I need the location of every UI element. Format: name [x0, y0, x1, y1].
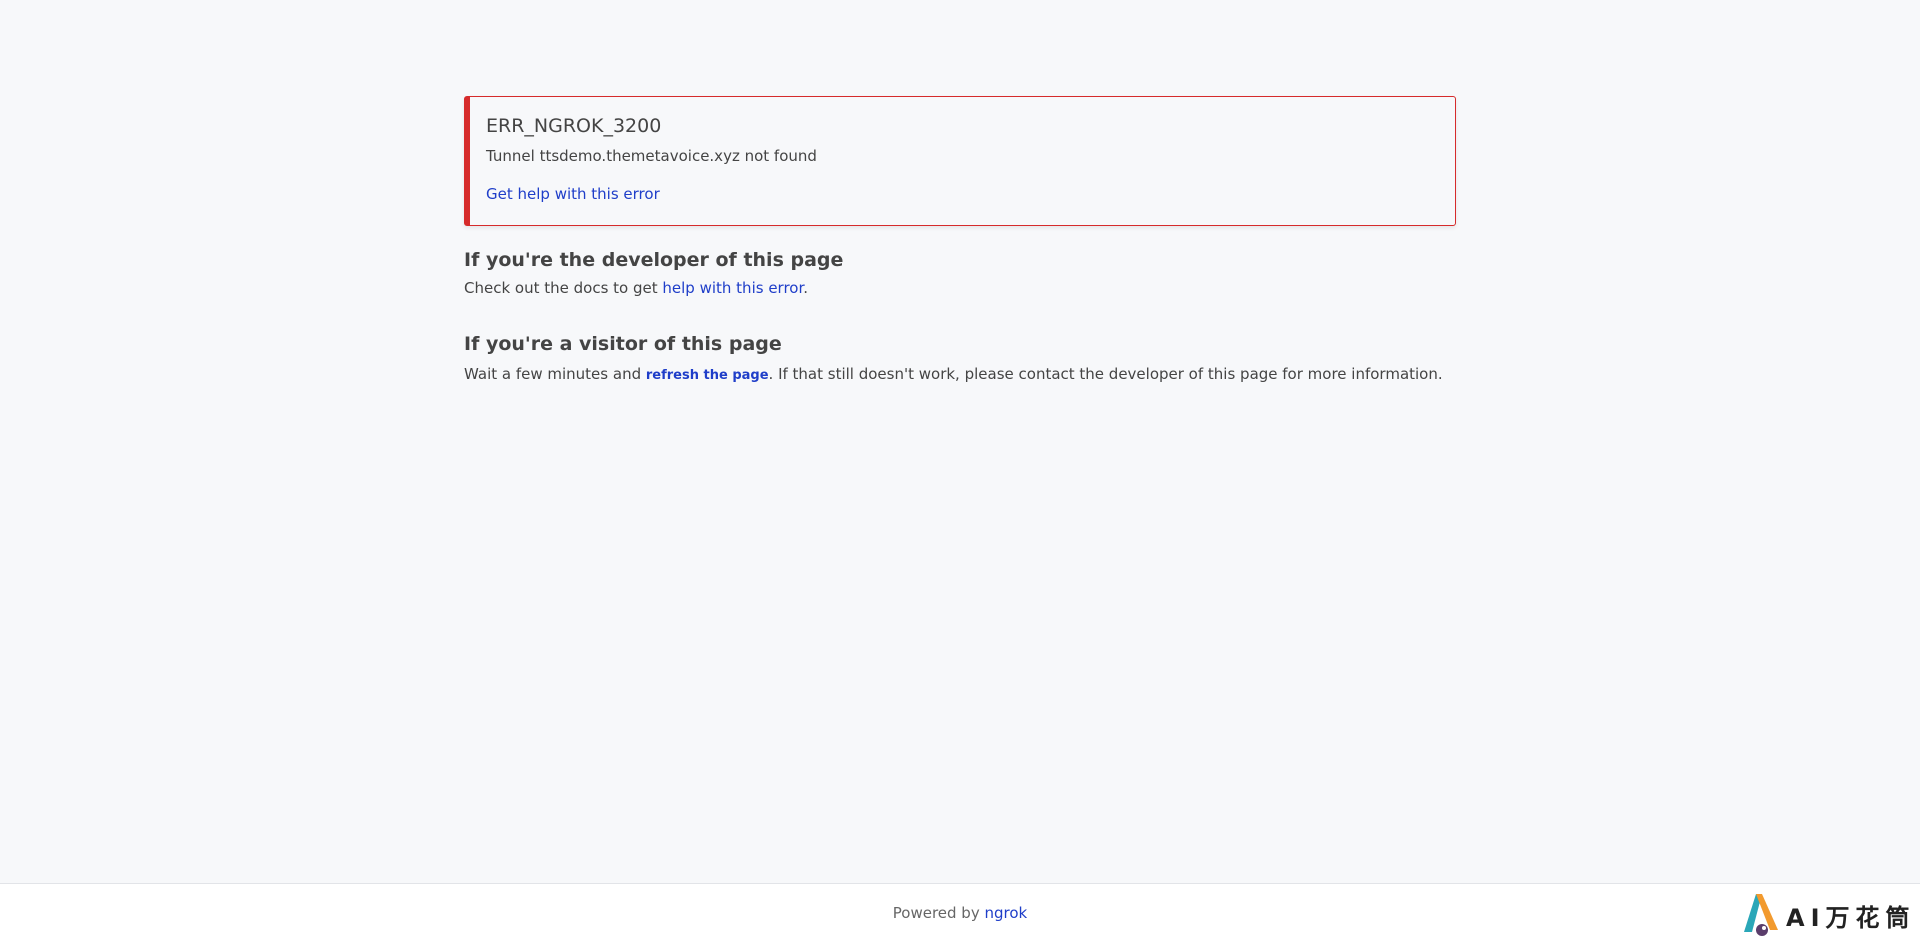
refresh-page-link[interactable]: refresh the page [646, 368, 769, 383]
main-content: ERR_NGROK_3200 Tunnel ttsdemo.themetavoi… [464, 96, 1456, 386]
error-help-row: Get help with this error [486, 185, 1455, 203]
footer-prefix: Powered by [892, 904, 985, 922]
help-with-error-link[interactable]: help with this error [662, 279, 803, 297]
error-code: ERR_NGROK_3200 [486, 115, 662, 137]
error-message: Tunnel ttsdemo.themetavoice.xyz not foun… [486, 147, 817, 165]
get-help-link[interactable]: Get help with this error [486, 185, 660, 203]
footer: Powered by ngrok [0, 883, 1920, 941]
page: ERR_NGROK_3200 Tunnel ttsdemo.themetavoi… [0, 0, 1920, 941]
developer-text-after: . [803, 279, 809, 297]
watermark-logo-icon [1744, 894, 1778, 936]
watermark: AI万花筒 [1720, 884, 1920, 941]
visitor-text-before: Wait a few minutes and [464, 365, 646, 383]
developer-text: Check out the docs to get help with this… [464, 278, 1456, 298]
ngrok-link[interactable]: ngrok [984, 904, 1027, 922]
developer-text-before: Check out the docs to get [464, 279, 663, 297]
visitor-text-after: . If that still doesn't work, please con… [768, 365, 1443, 383]
watermark-text: AI万花筒 [1786, 904, 1916, 932]
developer-section: If you're the developer of this page Che… [464, 248, 1456, 298]
visitor-section: If you're a visitor of this page Wait a … [464, 332, 1456, 386]
visitor-text: Wait a few minutes and refresh the page.… [464, 364, 1456, 386]
error-alert: ERR_NGROK_3200 Tunnel ttsdemo.themetavoi… [464, 96, 1456, 226]
visitor-heading: If you're a visitor of this page [464, 333, 782, 355]
developer-heading: If you're the developer of this page [464, 249, 844, 271]
